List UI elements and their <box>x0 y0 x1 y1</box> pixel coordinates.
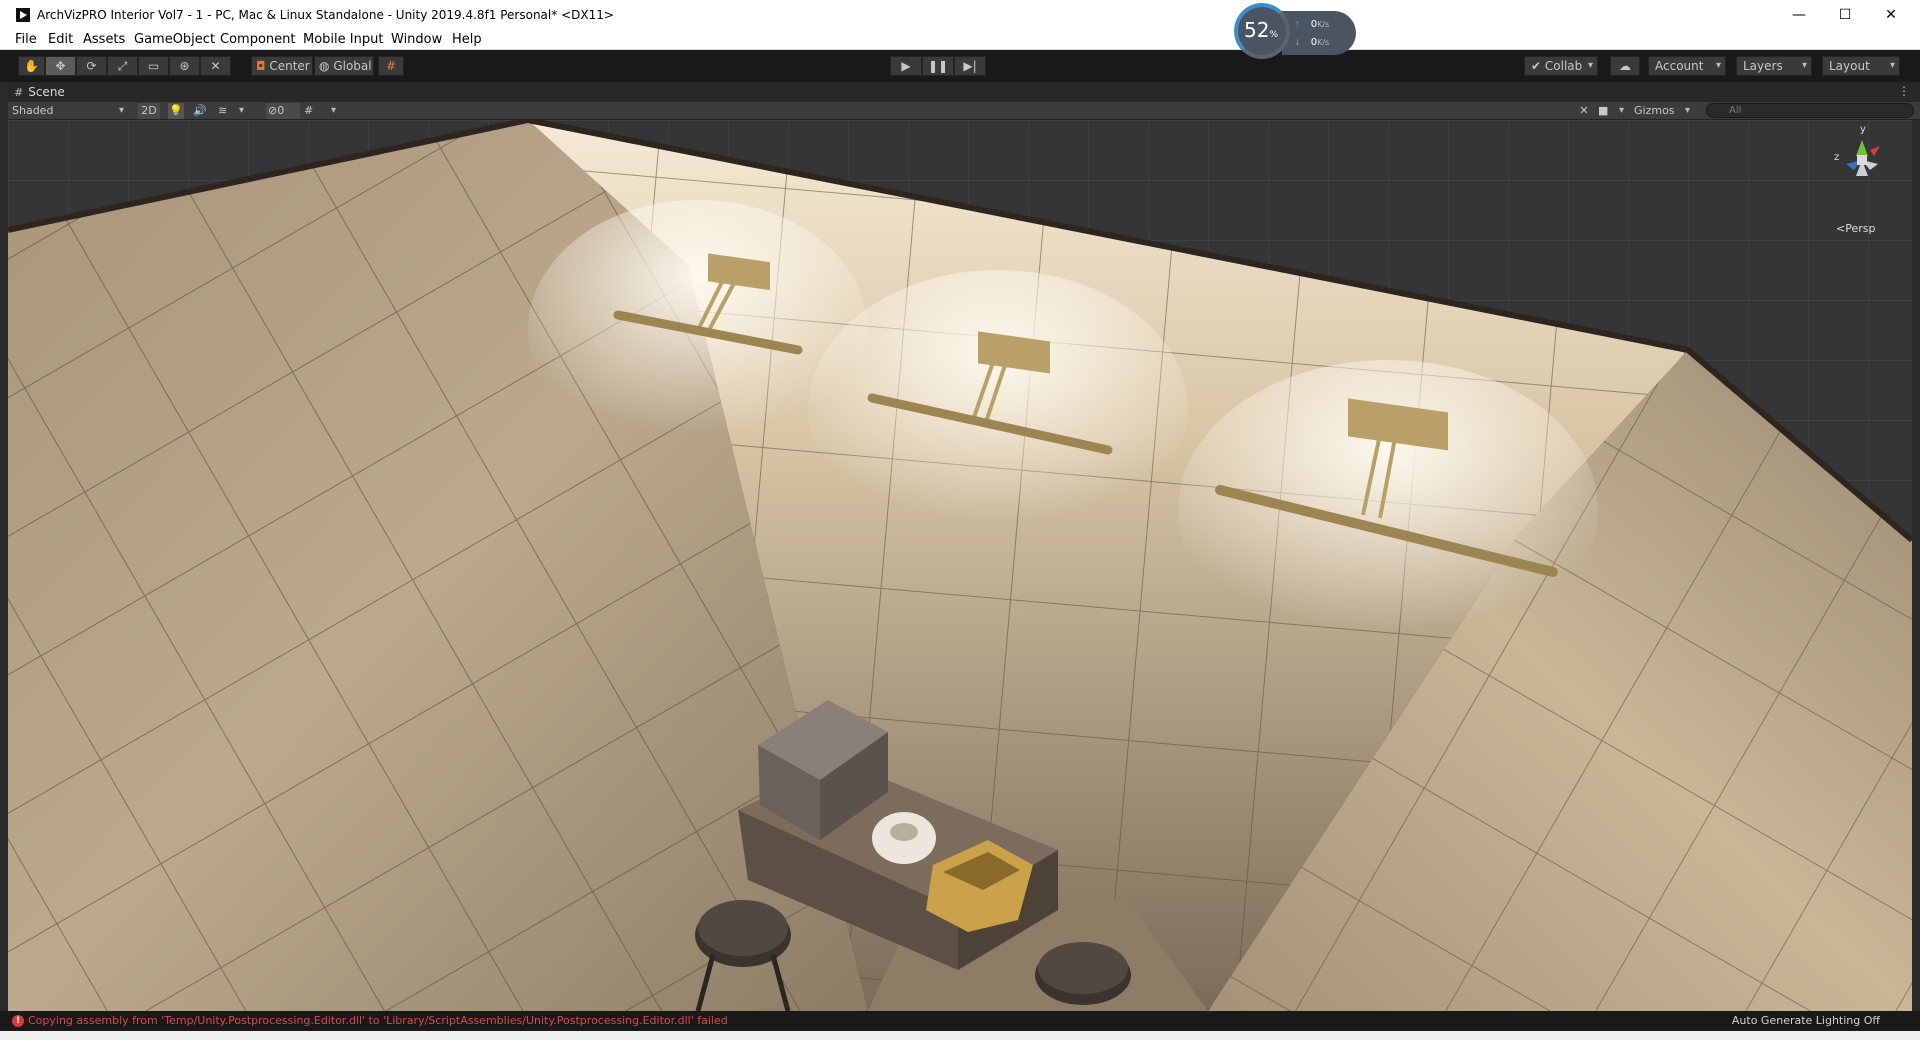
axis-gizmo-icon <box>1846 140 1880 176</box>
effects-dropdown-icon[interactable]: ≋ <box>218 103 248 119</box>
menu-bar: File Edit Assets GameObject Component Mo… <box>0 30 1920 50</box>
2d-toggle[interactable]: 2D <box>138 103 160 119</box>
usage-percent: 52% <box>1244 18 1279 42</box>
menu-edit[interactable]: Edit <box>48 32 73 47</box>
unity-logo-icon <box>16 8 30 22</box>
download-arrow-icon: ↓ <box>1294 38 1301 47</box>
menu-gameobject[interactable]: GameObject <box>134 32 215 47</box>
gizmo-z-label: z <box>1834 152 1840 163</box>
gizmo-y-label: y <box>1860 124 1866 135</box>
gizmos-dropdown[interactable]: Gizmos <box>1630 103 1694 119</box>
projection-toggle[interactable]: <Persp <box>1836 222 1875 235</box>
window-title: ArchVizPRO Interior Vol7 - 1 - PC, Mac &… <box>37 8 614 22</box>
menu-mobile-input[interactable]: Mobile Input <box>303 32 383 47</box>
cloud-icon[interactable]: ☁ <box>1610 56 1640 76</box>
pause-button[interactable]: ❚❚ <box>922 56 954 76</box>
menu-component[interactable]: Component <box>220 32 295 47</box>
lighting-toggle-icon[interactable]: 💡 <box>168 103 184 119</box>
upload-rate: ↑ 0K/s <box>1294 19 1330 30</box>
scene-render <box>8 120 1912 1011</box>
main-toolbar: ✋ ✥ ⟳ ⤢ ▭ ⊛ ✕ ◘ Center ◍ Global # ▶ ❚❚ ▶… <box>0 50 1920 82</box>
grid-snap-icon[interactable]: # <box>378 56 404 76</box>
menu-window[interactable]: Window <box>391 32 442 47</box>
menu-help[interactable]: Help <box>452 32 482 47</box>
window-bottom-border <box>0 1031 1920 1040</box>
lighting-status[interactable]: Auto Generate Lighting Off <box>1732 1014 1880 1027</box>
console-error-message[interactable]: Copying assembly from 'Temp/Unity.Postpr… <box>28 1014 728 1027</box>
close-button[interactable]: ✕ <box>1868 0 1914 30</box>
pivot-mode-toggle[interactable]: ◘ Center <box>251 56 313 76</box>
menu-file[interactable]: File <box>15 32 37 47</box>
panel-menu-icon[interactable]: ⋮ <box>1898 84 1910 98</box>
maximize-button[interactable]: ☐ <box>1822 0 1868 30</box>
globe-icon: ◍ <box>319 59 330 73</box>
custom-tool-icon[interactable]: ✕ <box>200 56 231 76</box>
move-tool-icon[interactable]: ✥ <box>45 56 76 76</box>
hierarchy-search-input[interactable]: All <box>1706 103 1914 118</box>
step-button[interactable]: ▶| <box>954 56 986 76</box>
title-bar: ArchVizPRO Interior Vol7 - 1 - PC, Mac &… <box>0 0 1920 30</box>
tools-icon[interactable]: ✕ <box>1576 103 1592 119</box>
scene-orientation-gizmo[interactable]: y z <Persp <box>1832 124 1892 235</box>
camera-dropdown-icon[interactable]: ■ <box>1598 103 1628 119</box>
scene-viewport[interactable]: y z <Persp <box>8 120 1912 1011</box>
layout-dropdown[interactable]: Layout <box>1822 56 1900 76</box>
upload-arrow-icon: ↑ <box>1294 20 1301 29</box>
collab-dropdown[interactable]: ✔ Collab <box>1524 56 1598 76</box>
play-button[interactable]: ▶ <box>890 56 922 76</box>
minimize-button[interactable]: — <box>1776 0 1822 30</box>
error-icon: ! <box>12 1015 24 1027</box>
pivot-rotation-toggle[interactable]: ◍ Global <box>314 56 374 76</box>
menu-assets[interactable]: Assets <box>83 32 125 47</box>
scene-toolbar: Shaded 2D 💡 🔊 ≋ ⊘0 # ✕ ■ Gizmos All <box>8 102 1920 120</box>
eye-slash-icon: ⊘ <box>268 104 278 117</box>
pivot-center-icon: ◘ <box>256 59 266 73</box>
scale-tool-icon[interactable]: ⤢ <box>107 56 138 76</box>
rotate-tool-icon[interactable]: ⟳ <box>76 56 107 76</box>
scene-tab-bar: Scene ⋮ <box>8 82 1920 102</box>
collab-check-icon: ✔ <box>1531 59 1542 73</box>
performance-widget[interactable]: ↑ 0K/s ↓ 0K/s 52% <box>1234 3 1356 59</box>
draw-mode-dropdown[interactable]: Shaded <box>12 103 128 119</box>
download-rate: ↓ 0K/s <box>1294 37 1330 48</box>
rect-tool-icon[interactable]: ▭ <box>138 56 169 76</box>
account-dropdown[interactable]: Account <box>1648 56 1726 76</box>
hand-tool-icon[interactable]: ✋ <box>18 56 45 76</box>
tab-scene[interactable]: Scene <box>14 85 65 99</box>
audio-toggle-icon[interactable]: 🔊 <box>192 103 208 119</box>
scene-visibility-toggle[interactable]: ⊘0 <box>266 103 300 119</box>
grid-dropdown-icon[interactable]: # <box>304 103 340 119</box>
network-rates: ↑ 0K/s ↓ 0K/s <box>1282 11 1356 55</box>
layers-dropdown[interactable]: Layers <box>1736 56 1812 76</box>
status-bar: ! Copying assembly from 'Temp/Unity.Post… <box>0 1011 1920 1031</box>
transform-tool-icon[interactable]: ⊛ <box>169 56 200 76</box>
